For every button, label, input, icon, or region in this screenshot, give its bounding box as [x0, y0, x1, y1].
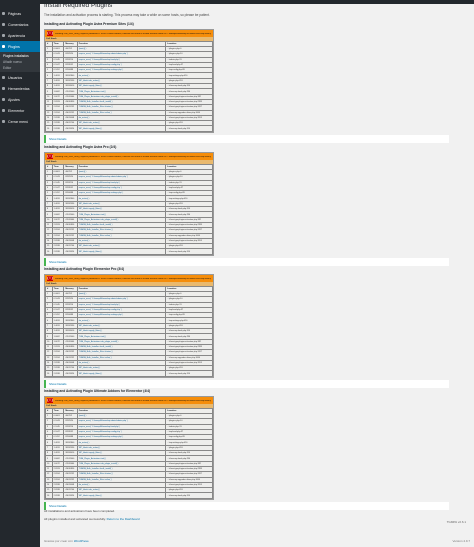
- row-function: WP_Hook->apply_filters( ): [76, 248, 167, 255]
- row-function: WP_Hook->apply_filters( ): [76, 492, 167, 499]
- menu-item-label: Usuarios: [8, 75, 23, 80]
- row-time: 2.8318: [51, 248, 65, 255]
- dashboard-link[interactable]: Return to the Dashboard: [107, 517, 140, 521]
- row-memory: 43011824: [63, 370, 78, 377]
- menu-item-label: Plugins: [8, 44, 20, 49]
- php-error-box: ( ! ) Warning: call_user_func() expects p…: [44, 274, 214, 378]
- error-header: ( ! ) Warning: call_user_func() expects p…: [45, 397, 213, 404]
- call-stack-table: # Time Memory Function Location 1 0.0001 400752…: [45, 41, 213, 132]
- warning-icon: ( ! ): [47, 31, 53, 36]
- row-number: 16: [45, 248, 53, 255]
- section-title: Installing and Activating Plugin Element…: [44, 267, 125, 271]
- menu-item-label: Herramientas: [8, 86, 30, 91]
- install-section: Installing and Activating Plugin Astra P…: [44, 145, 449, 266]
- wordpress-link[interactable]: WordPress.: [74, 539, 90, 543]
- call-stack-table: # Time Memory Function Location 1 0.0001 400752…: [45, 164, 213, 255]
- row-function: WP_Hook->apply_filters( ): [76, 125, 167, 132]
- menu-item-plugins[interactable]: Plugins: [0, 41, 40, 52]
- menu-item-tools[interactable]: Herramientas: [0, 83, 40, 94]
- warning-icon: ( ! ): [47, 154, 53, 159]
- php-error-box: ( ! ) Warning: call_user_func() expects p…: [44, 29, 214, 133]
- table-row: 16 2.8318 43011824 WP_Hook->apply_filters( …: [45, 492, 213, 499]
- menu-item-settings[interactable]: Ajustes: [0, 94, 40, 105]
- menu-item-label: Páginas: [8, 11, 21, 16]
- footer-thanks: Gracias por crear con WordPress.: [44, 539, 89, 543]
- row-number: 16: [45, 125, 53, 132]
- section-title: Installing and Activating Plugin Astra P…: [44, 22, 134, 26]
- plugins-icon: [2, 45, 5, 48]
- collapse-icon: [2, 120, 5, 123]
- section-title: Installing and Activating Plugin Astra P…: [44, 145, 117, 149]
- menu-item-appearance[interactable]: Apariencia: [0, 30, 40, 41]
- call-stack-table: # Time Memory Function Location 1 0.0001 400752…: [45, 408, 213, 499]
- menu-item-elementor[interactable]: Elementor: [0, 105, 40, 116]
- elementor-icon: [2, 109, 5, 112]
- row-location: ...\class-wp-hook.php:310: [165, 492, 213, 499]
- error-header: ( ! ) Warning: call_user_func() expects p…: [45, 30, 213, 37]
- php-error-box: ( ! ) Warning: call_user_func() expects p…: [44, 152, 214, 256]
- menu-item-label: Cerrar menú: [8, 119, 29, 124]
- menu-item-label: Comentarios: [8, 22, 29, 27]
- error-header: ( ! ) Warning: call_user_func() expects p…: [45, 153, 213, 160]
- php-error-box: ( ! ) Warning: call_user_func() expects p…: [44, 396, 214, 500]
- menu-item-pages[interactable]: Páginas: [0, 8, 40, 19]
- error-header: ( ! ) Warning: call_user_func() expects p…: [45, 275, 213, 282]
- row-location: ...\class-wp-hook.php:310: [165, 370, 213, 377]
- menu-item-users[interactable]: Usuarios: [0, 72, 40, 83]
- menu-item-label: Apariencia: [8, 33, 25, 38]
- show-details-link[interactable]: Show Details: [44, 257, 449, 266]
- menu-item-comments[interactable]: Comentarios: [0, 19, 40, 30]
- error-message: Warning: call_user_func() expects parame…: [55, 277, 211, 280]
- success-message: All plugins installed and activated succ…: [44, 517, 140, 521]
- pages-icon: [2, 12, 5, 15]
- error-message: Warning: call_user_func() expects parame…: [55, 155, 211, 158]
- page-title: Install Required Plugins: [44, 2, 113, 9]
- main-content: Install Required Plugins The installatio…: [44, 0, 470, 547]
- table-row: 16 2.8318 43011824 WP_Hook->apply_filters( …: [45, 248, 213, 255]
- section-title: Installing and Activating Plugin Ultimat…: [44, 389, 150, 393]
- row-location: ...\class-wp-hook.php:310: [165, 248, 213, 255]
- row-number: 16: [45, 492, 53, 499]
- install-section: Installing and Activating Plugin Element…: [44, 267, 449, 388]
- comments-icon: [2, 23, 5, 26]
- error-message: Warning: call_user_func() expects parame…: [55, 399, 211, 402]
- completion-message: All installations and activations have b…: [44, 509, 116, 513]
- table-row: 16 2.8318 43011824 WP_Hook->apply_filters( …: [45, 125, 213, 132]
- row-memory: 43011824: [63, 125, 78, 132]
- install-section: Installing and Activating Plugin Ultimat…: [44, 389, 449, 510]
- users-icon: [2, 76, 5, 79]
- table-row: 16 2.8318 43011824 WP_Hook->apply_filters( …: [45, 370, 213, 377]
- warning-icon: ( ! ): [47, 398, 53, 403]
- footer-version: Versión 4.9.7: [452, 539, 470, 543]
- plugins-submenu: Plugins instalados Añadir nuevo Editor: [0, 52, 40, 72]
- row-time: 2.8318: [51, 125, 65, 132]
- menu-item-collapse[interactable]: Cerrar menú: [0, 116, 40, 127]
- error-message: Warning: call_user_func() expects parame…: [55, 32, 211, 35]
- appearance-icon: [2, 34, 5, 37]
- row-number: 16: [45, 370, 53, 377]
- admin-sidebar: Páginas Comentarios Apariencia Plugins P…: [0, 4, 40, 547]
- row-memory: 43011824: [63, 248, 78, 255]
- warning-icon: ( ! ): [47, 276, 53, 281]
- row-location: ...\class-wp-hook.php:310: [165, 125, 213, 132]
- install-section: Installing and Activating Plugin Astra P…: [44, 22, 449, 143]
- footer-thanks-text: Gracias por crear con: [44, 539, 73, 543]
- submenu-editor[interactable]: Editor: [0, 65, 40, 71]
- row-time: 2.8318: [51, 492, 65, 499]
- show-details-link[interactable]: Show Details: [44, 134, 449, 143]
- tgmpa-version: TGMPA v2.6.1: [446, 520, 466, 524]
- row-function: WP_Hook->apply_filters( ): [76, 370, 167, 377]
- settings-icon: [2, 98, 5, 101]
- menu-item-label: Ajustes: [8, 97, 20, 102]
- row-memory: 43011824: [63, 492, 78, 499]
- tools-icon: [2, 87, 5, 90]
- call-stack-table: # Time Memory Function Location 1 0.0001 400752…: [45, 286, 213, 377]
- success-text: All plugins installed and activated succ…: [44, 517, 106, 521]
- row-time: 2.8318: [51, 370, 65, 377]
- menu-item-label: Elementor: [8, 108, 25, 113]
- intro-text: The installation and activation process …: [44, 13, 210, 17]
- show-details-link[interactable]: Show Details: [44, 379, 449, 388]
